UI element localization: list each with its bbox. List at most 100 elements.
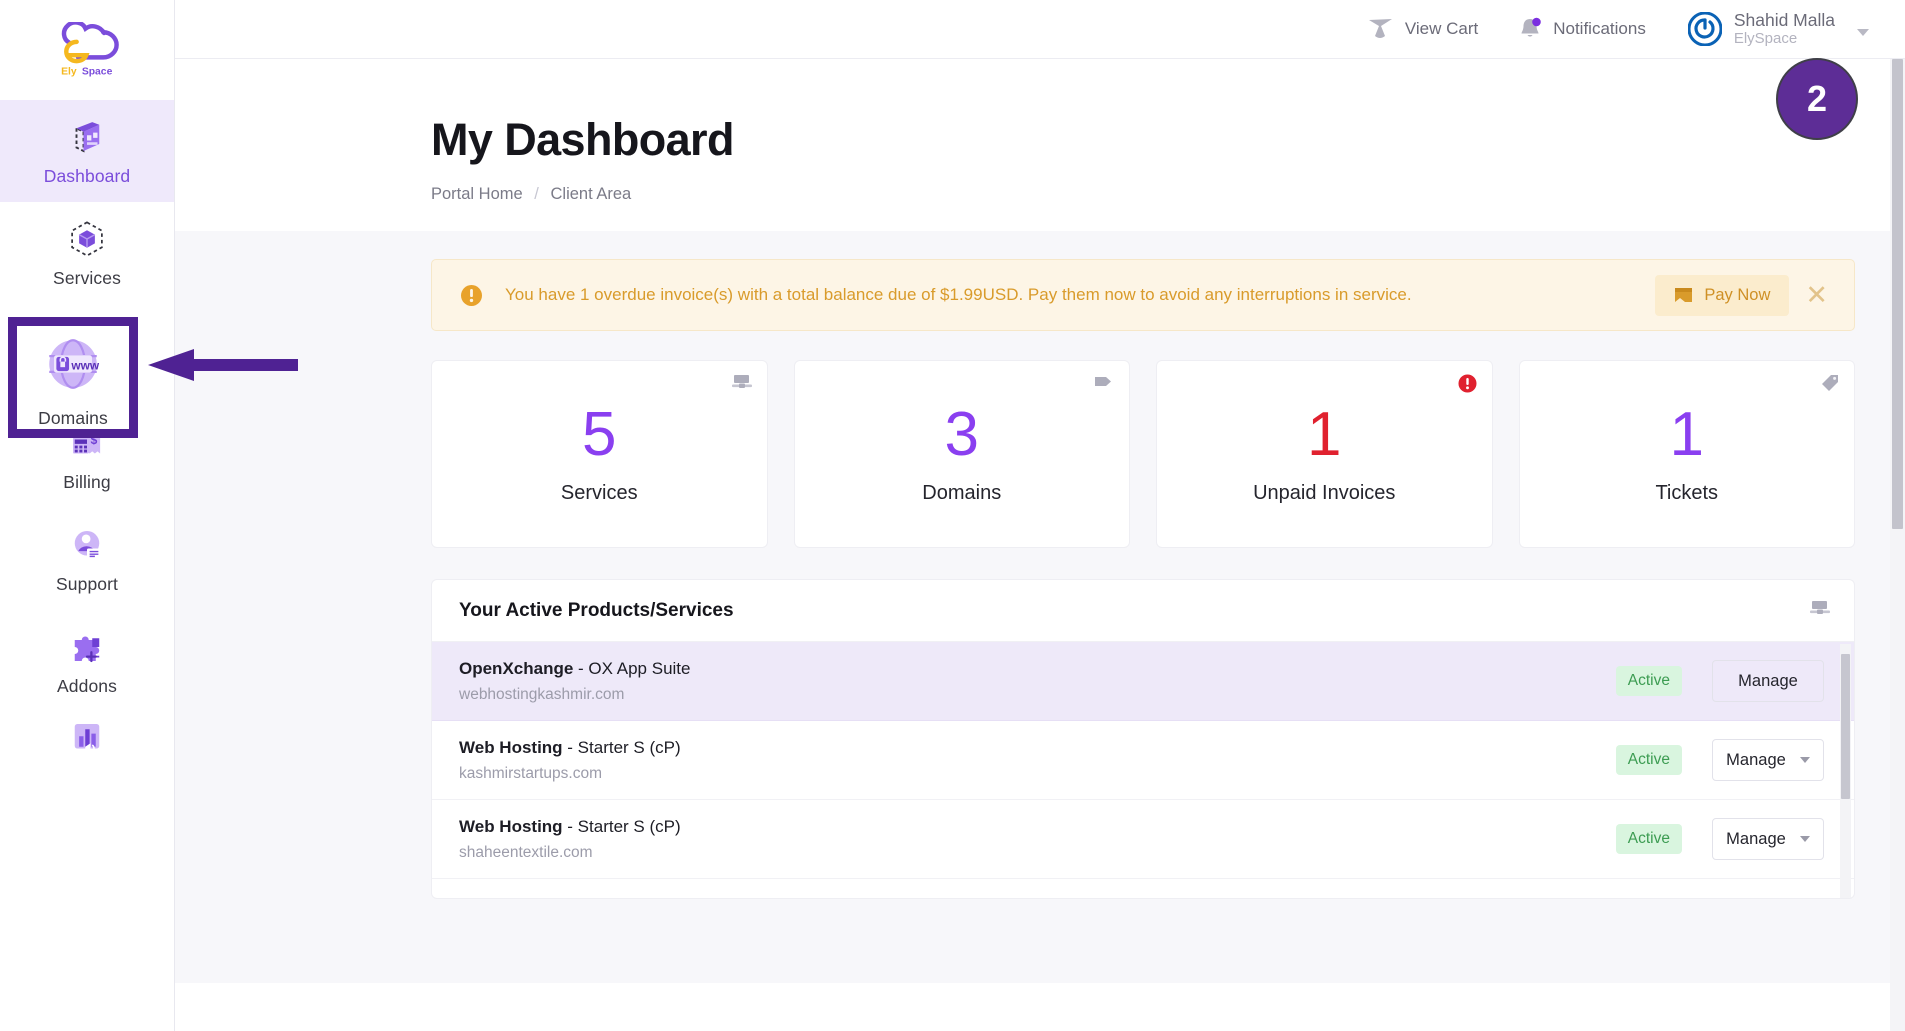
- chevron-down-icon: [1799, 836, 1810, 842]
- monitor-icon[interactable]: [1810, 600, 1830, 622]
- sidebar-item-dashboard[interactable]: Dashboard: [0, 100, 174, 202]
- service-info: OpenXchange - OX App Suite webhostingkas…: [459, 659, 1616, 704]
- exclamation-circle-icon: [461, 284, 482, 306]
- stat-label: Tickets: [1655, 481, 1719, 504]
- sidebar-item-support[interactable]: Support: [0, 508, 174, 610]
- svg-text:Space: Space: [82, 66, 113, 77]
- stat-card-unpaid-invoices[interactable]: 1 Unpaid Invoices: [1156, 360, 1493, 548]
- service-product: Web Hosting: [459, 737, 563, 757]
- addons-puzzle-plus-icon: [74, 636, 100, 662]
- manage-button[interactable]: Manage: [1712, 818, 1824, 860]
- support-agent-icon: [74, 530, 101, 558]
- service-product: Web Hosting: [459, 816, 563, 836]
- bell-icon: [1521, 17, 1542, 37]
- service-domain: webhostingkashmir.com: [459, 685, 625, 703]
- svg-text:Ely: Ely: [61, 66, 77, 77]
- breadcrumb-separator: /: [534, 185, 539, 203]
- monitor-icon: [731, 374, 752, 396]
- topbar: View Cart Notifications Shahid Malla Ely…: [175, 0, 1905, 59]
- services-cube-icon: [71, 220, 103, 257]
- stat-value: 1: [1307, 399, 1342, 469]
- service-info: Web Hosting - Starter S (cP) shaheentext…: [459, 817, 1616, 862]
- user-menu[interactable]: Shahid Malla ElySpace: [1687, 10, 1869, 48]
- view-cart-label: View Cart: [1404, 19, 1479, 38]
- panel-header: Your Active Products/Services: [432, 580, 1854, 642]
- manage-button[interactable]: Manage: [1712, 739, 1824, 781]
- page-title: My Dashboard: [431, 114, 734, 165]
- credit-card-icon: [1675, 287, 1693, 302]
- shopping-cart-icon: [1368, 19, 1392, 38]
- app-root: Ely Space Dashboard Services www Domains…: [0, 0, 1905, 1031]
- notifications-button[interactable]: Notifications: [1518, 16, 1646, 42]
- sidebar-item-domains[interactable]: www Domains: [8, 317, 138, 438]
- sidebar-item-label: Billing: [63, 471, 111, 492]
- stat-card-services[interactable]: 5 Services: [431, 360, 768, 548]
- manage-label: Manage: [1726, 829, 1786, 848]
- user-name: Shahid Malla: [1733, 10, 1835, 31]
- body-area: You have 1 overdue invoice(s) with a tot…: [175, 231, 1905, 983]
- panel-scrollbar[interactable]: [1840, 644, 1851, 898]
- manage-label: Manage: [1738, 671, 1798, 690]
- service-plan: - Starter S (cP): [562, 737, 681, 757]
- elyspace-logo-icon: Ely Space: [61, 22, 119, 77]
- page-content: My Dashboard Portal Home / Client Area Y…: [175, 114, 1905, 1031]
- stat-label: Services: [560, 481, 638, 504]
- notifications-label: Notifications: [1553, 19, 1646, 38]
- service-domain: shaheentextile.com: [459, 843, 593, 861]
- sidebar-item-label: Support: [56, 573, 118, 594]
- domains-globe-www-icon: www: [49, 339, 100, 389]
- annotation-step-badge: 2: [1776, 58, 1858, 140]
- service-name: Web Hosting - Starter S (cP): [459, 738, 1616, 758]
- table-row[interactable]: OpenXchange - OX App Suite webhostingkas…: [432, 642, 1854, 721]
- user-org: ElySpace: [1733, 30, 1798, 48]
- step-number: 2: [1806, 78, 1828, 119]
- chevron-down-icon: [1799, 757, 1810, 763]
- stat-card-domains[interactable]: 3 Domains: [793, 360, 1130, 548]
- sidebar-item-label: Domains: [38, 408, 108, 428]
- service-product: OpenXchange: [459, 658, 574, 678]
- service-plan: - Starter S (cP): [562, 816, 681, 836]
- manage-label: Manage: [1726, 750, 1786, 769]
- page-scrollbar[interactable]: [1890, 59, 1905, 1031]
- stat-cards: 5 Services 3 Domains 1 Unpaid Invoices 1…: [431, 360, 1855, 548]
- table-row[interactable]: Web Hosting - Starter S (cP) shaheentext…: [432, 800, 1854, 879]
- scrollbar-thumb[interactable]: [1841, 654, 1850, 799]
- breadcrumb-portal-home[interactable]: Portal Home: [431, 185, 523, 203]
- sidebar-item-affiliates[interactable]: [0, 712, 174, 772]
- panel-title: Your Active Products/Services: [459, 599, 734, 621]
- stat-label: Domains: [922, 481, 1002, 504]
- svg-text:www: www: [70, 358, 99, 372]
- brand-logo[interactable]: Ely Space: [0, 0, 174, 100]
- status-badge: Active: [1615, 824, 1682, 854]
- sidebar-item-label: Addons: [57, 675, 117, 696]
- close-icon[interactable]: ✕: [1805, 281, 1828, 309]
- service-name: Web Hosting - Starter S (cP): [459, 817, 1616, 837]
- alert-circle-icon: [1458, 374, 1477, 398]
- tag-right-icon: [1094, 374, 1114, 394]
- scrollbar-thumb[interactable]: [1892, 59, 1903, 529]
- alert-message: You have 1 overdue invoice(s) with a tot…: [505, 285, 1412, 304]
- view-cart-button[interactable]: View Cart: [1368, 18, 1478, 40]
- main-area: View Cart Notifications Shahid Malla Ely…: [175, 0, 1905, 1031]
- sidebar-item-addons[interactable]: Addons: [0, 610, 174, 712]
- sidebar-item-label: Dashboard: [43, 165, 131, 186]
- active-products-panel: Your Active Products/Services OpenXchang…: [431, 579, 1855, 899]
- stat-value: 5: [582, 399, 617, 469]
- sidebar: Ely Space Dashboard Services www Domains…: [0, 0, 175, 1031]
- overdue-invoice-alert: You have 1 overdue invoice(s) with a tot…: [431, 259, 1855, 331]
- status-badge: Active: [1615, 745, 1682, 775]
- stat-card-tickets[interactable]: 1 Tickets: [1518, 360, 1855, 548]
- pay-now-button[interactable]: Pay Now: [1655, 274, 1790, 316]
- stat-value: 1: [1669, 399, 1704, 469]
- breadcrumb: Portal Home / Client Area: [431, 185, 1905, 204]
- stat-label: Unpaid Invoices: [1253, 481, 1396, 504]
- chevron-down-icon[interactable]: [1857, 28, 1869, 36]
- manage-button[interactable]: Manage: [1712, 660, 1824, 702]
- sidebar-item-services[interactable]: Services: [0, 202, 174, 304]
- stat-value: 3: [944, 399, 979, 469]
- breadcrumb-current: Client Area: [550, 185, 632, 203]
- status-badge: Active: [1615, 666, 1682, 696]
- pay-now-label: Pay Now: [1704, 285, 1771, 304]
- table-row[interactable]: Web Hosting - Starter S (cP) kashmirstar…: [432, 721, 1854, 800]
- power-circle-avatar-icon: [1687, 12, 1722, 46]
